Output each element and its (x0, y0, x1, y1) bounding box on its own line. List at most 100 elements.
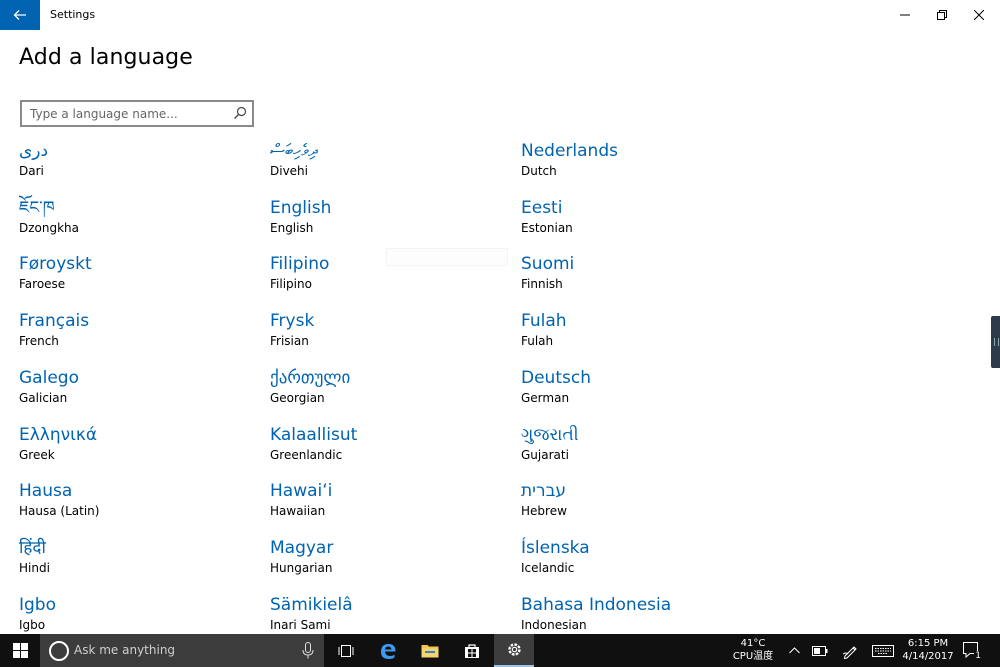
language-native-name: Filipino (270, 254, 330, 274)
language-item[interactable]: ދިވެހިބަސް Divehi (270, 140, 510, 190)
language-item[interactable]: English English (270, 197, 510, 247)
pen-workspace-button[interactable] (838, 634, 862, 667)
language-item[interactable]: Íslenska Icelandic (521, 537, 761, 587)
cortana-icon (49, 641, 69, 661)
language-native-name: English (270, 198, 332, 218)
language-native-name: Deutsch (521, 368, 591, 388)
language-item[interactable]: Français French (19, 310, 259, 360)
language-english-name: Dzongkha (19, 221, 80, 235)
language-search-box[interactable] (20, 100, 254, 127)
language-english-name: Hausa (Latin) (19, 504, 100, 518)
language-english-name: Filipino (270, 277, 312, 291)
language-english-name: Gujarati (521, 448, 569, 462)
app-title: Settings (50, 8, 96, 21)
keyboard-icon (872, 644, 894, 657)
language-search-input[interactable] (22, 102, 227, 125)
close-icon (974, 10, 984, 20)
language-item[interactable]: Eesti Estonian (521, 197, 761, 247)
settings-taskbar-button[interactable] (494, 634, 534, 667)
restore-button[interactable] (925, 0, 959, 30)
language-item[interactable]: ქართული Georgian (270, 367, 510, 417)
language-item[interactable]: Sämikielâ Inari Sami (270, 594, 510, 634)
back-arrow-icon (13, 10, 26, 20)
edge-browser-icon (381, 643, 396, 659)
language-native-name: Igbo (19, 595, 56, 615)
language-item[interactable]: Igbo Igbo (19, 594, 259, 634)
language-item[interactable]: Deutsch German (521, 367, 761, 417)
language-list: دری Dari ཇོང་ཁ Dzongkha Føroyskt Faroese Franç… (19, 140, 779, 634)
language-native-name: ཇོང་ཁ (19, 198, 55, 218)
touch-keyboard-button[interactable] (868, 634, 898, 667)
language-item[interactable]: Føroyskt Faroese (19, 253, 259, 303)
cpu-temperature-value: 41°C (740, 638, 766, 649)
language-english-name: French (19, 334, 59, 348)
language-english-name: Finnish (521, 277, 563, 291)
language-english-name: Frisian (270, 334, 309, 348)
language-item[interactable]: ગુજરાતી Gujarati (521, 424, 761, 474)
language-item[interactable]: עברית Hebrew (521, 480, 761, 530)
close-button[interactable] (962, 0, 996, 30)
clock-date: 4/14/2017 (902, 651, 954, 662)
language-native-name: Nederlands (521, 141, 618, 161)
language-english-name: Icelandic (521, 561, 575, 575)
language-english-name: Indonesian (521, 618, 587, 632)
language-english-name: Greek (19, 448, 55, 462)
notification-count: 1 (974, 651, 982, 661)
language-item[interactable]: Nederlands Dutch (521, 140, 761, 190)
show-hidden-icons-button[interactable] (784, 634, 804, 667)
title-bar: Settings (0, 0, 1000, 30)
start-button[interactable] (0, 634, 40, 667)
language-item[interactable]: हिंदी Hindi (19, 537, 259, 587)
language-item[interactable]: Fulah Fulah (521, 310, 761, 360)
language-native-name: ગુજરાતી (521, 425, 579, 445)
language-item[interactable]: Galego Galician (19, 367, 259, 417)
language-native-name: Français (19, 311, 90, 331)
cpu-temperature-widget[interactable]: 41°C CPU温度 (730, 637, 776, 663)
language-item[interactable]: Magyar Hungarian (270, 537, 510, 587)
clock[interactable]: 6:15 PM 4/14/2017 (898, 637, 958, 663)
language-native-name: Íslenska (521, 538, 590, 558)
language-native-name: עברית (521, 481, 567, 501)
language-native-name: Galego (19, 368, 79, 388)
language-item[interactable]: Filipino Filipino (270, 253, 510, 303)
language-native-name: Kalaallisut (270, 425, 358, 445)
taskbar-search-box[interactable]: Ask me anything (40, 634, 324, 667)
chevron-up-icon (788, 647, 800, 654)
language-native-name: Fulah (521, 311, 567, 331)
store-bag-icon (465, 643, 479, 658)
language-item[interactable]: Ελληνικά Greek (19, 424, 259, 474)
language-native-name: Magyar (270, 538, 334, 558)
windows-logo-icon (12, 643, 28, 658)
language-english-name: Igbo (19, 618, 46, 632)
language-item[interactable]: Kalaallisut Greenlandic (270, 424, 510, 474)
scrollbar-handle[interactable] (991, 316, 1000, 368)
language-english-name: Hawaiian (270, 504, 326, 518)
search-icon[interactable] (233, 106, 247, 120)
language-native-name: Ελληνικά (19, 425, 98, 445)
language-native-name: Frysk (270, 311, 315, 331)
language-item[interactable]: ཇོང་ཁ Dzongkha (19, 197, 259, 247)
file-explorer-button[interactable] (410, 634, 450, 667)
language-native-name: ქართული (270, 368, 351, 388)
language-item[interactable]: Frysk Frisian (270, 310, 510, 360)
action-center-button[interactable]: 1 (962, 641, 984, 661)
language-english-name: German (521, 391, 570, 405)
back-button[interactable] (0, 0, 40, 30)
language-item[interactable]: دری Dari (19, 140, 259, 190)
pen-icon (842, 645, 857, 659)
minimize-button[interactable] (888, 0, 922, 30)
task-view-button[interactable] (326, 634, 366, 667)
language-item[interactable]: Suomi Finnish (521, 253, 761, 303)
battery-tray-button[interactable] (808, 634, 832, 667)
store-button[interactable] (452, 634, 492, 667)
language-item[interactable]: Bahasa Indonesia Indonesian (521, 594, 761, 634)
language-native-name: Sämikielâ (270, 595, 353, 615)
language-item[interactable]: Hausa Hausa (Latin) (19, 480, 259, 530)
language-english-name: Hebrew (521, 504, 567, 518)
language-native-name: Suomi (521, 254, 575, 274)
microphone-icon[interactable] (302, 642, 314, 659)
language-native-name: دری (19, 141, 49, 161)
taskbar-search-placeholder: Ask me anything (74, 643, 176, 657)
edge-taskbar-button[interactable] (368, 634, 408, 667)
language-item[interactable]: Hawaiʻi Hawaiian (270, 480, 510, 530)
